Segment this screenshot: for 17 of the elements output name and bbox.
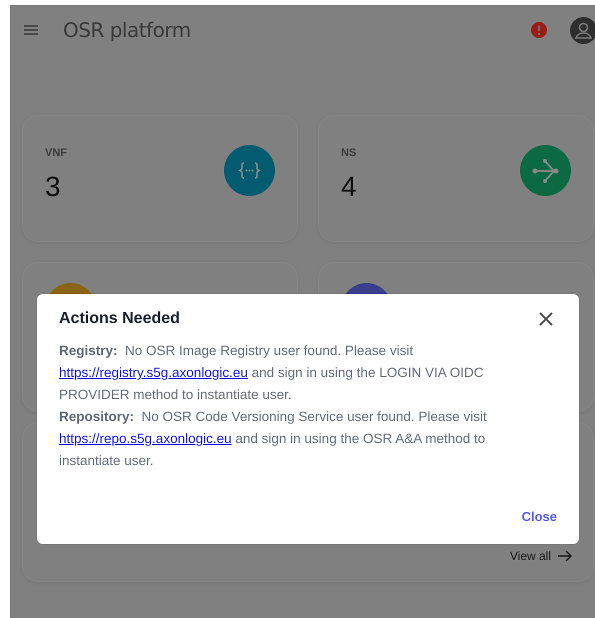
stat-value: 3 (45, 171, 62, 203)
view-all-link[interactable]: View all (510, 549, 573, 563)
stat-value: 4 (341, 171, 357, 203)
alert-icon[interactable] (531, 22, 547, 38)
url-link[interactable]: https://repo.s5g.axonlogic.eu (59, 431, 232, 446)
app-title: OSR platform (63, 18, 192, 42)
close-icon[interactable] (539, 312, 553, 326)
menu-icon[interactable] (24, 25, 38, 35)
url-link[interactable]: https://registry.s5g.axonlogic.eu (59, 365, 248, 380)
dialog-title: Actions Needed (59, 310, 180, 328)
close-button[interactable]: Close (522, 509, 557, 524)
arrow-right-icon (557, 550, 573, 562)
stat-label: NS (341, 147, 357, 159)
stat-label: VNF (45, 147, 67, 159)
dialog-message: Registry: No OSR Image Registry user found. Please visit https://registry.s5g.axonlogic.eu and sign in using the LOGIN VIA OIDC PROVIDER method to instantiate user. (59, 342, 484, 404)
dialog-message: Repository: No OSR Code Versioning Service user found. Please visit https://repo.s5g.axonlogic.eu and sign in using the OSR A&A method to instantiate user. (59, 408, 488, 470)
avatar-icon[interactable] (570, 16, 595, 44)
